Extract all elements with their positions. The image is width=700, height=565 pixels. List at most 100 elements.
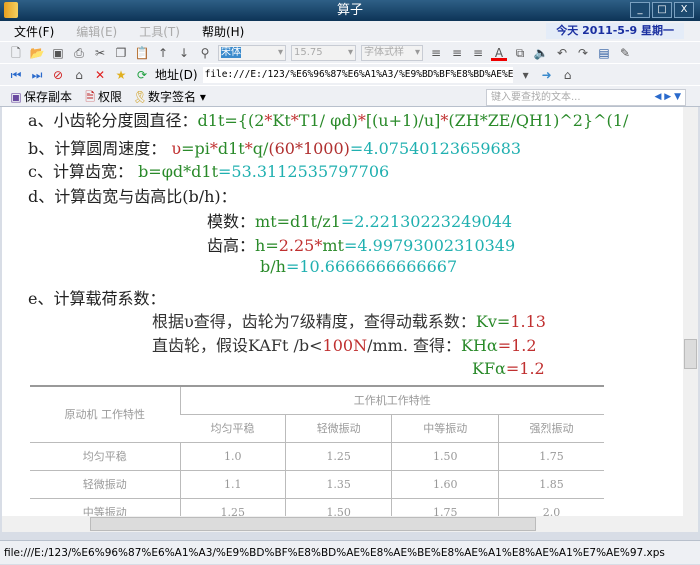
text-segment: KHα xyxy=(461,336,498,355)
document-lock-icon: 🗎 xyxy=(85,89,95,104)
maximize-button[interactable]: □ xyxy=(652,2,672,18)
text-segment: [(u+1)/u] xyxy=(365,111,441,130)
new-icon[interactable]: 🗋 xyxy=(8,45,24,61)
text-segment: =2.22130223249044 xyxy=(340,212,513,231)
arrow-up-icon[interactable]: ↑ xyxy=(155,45,171,61)
font-style-select[interactable]: 字体式样 xyxy=(361,44,423,61)
address-input[interactable]: file:///E:/123/%E6%96%87%E6%A1%A3/%E9%BD… xyxy=(202,66,513,83)
home-icon[interactable]: ⌂ xyxy=(71,67,87,83)
align-center-icon[interactable]: ≡ xyxy=(449,45,465,61)
arrow-down-icon[interactable]: ↓ xyxy=(176,45,192,61)
go-icon[interactable]: ➜ xyxy=(539,67,555,83)
redo-icon[interactable]: ↷ xyxy=(575,45,591,61)
last-page-icon[interactable]: ⏭ xyxy=(29,67,45,83)
text-segment: e、计算载荷系数： xyxy=(28,289,166,308)
font-color-icon[interactable]: A xyxy=(491,45,507,61)
find-icon[interactable]: ⚲ xyxy=(197,45,213,61)
view-icon[interactable]: ▤ xyxy=(596,45,612,61)
text-segment: (60*1000) xyxy=(268,139,350,158)
search-nav-icon[interactable]: ◀ ▶ ▼ xyxy=(655,90,682,105)
text-segment: =4.99793002310349 xyxy=(343,236,516,255)
formula-line: 直齿轮，假设KAFt /b<100N/mm. 查得：KHα=1.2 xyxy=(152,332,537,356)
stop-icon[interactable]: ⊘ xyxy=(50,67,66,83)
minimize-button[interactable]: _ xyxy=(630,2,650,18)
align-right-icon[interactable]: ≡ xyxy=(470,45,486,61)
column-header: 中等振动 xyxy=(391,414,499,443)
home-page-icon[interactable]: ⌂ xyxy=(560,67,576,83)
text-segment: * xyxy=(244,139,253,158)
delete-icon[interactable]: ✕ xyxy=(92,67,108,83)
speaker-icon[interactable]: 🔈 xyxy=(533,45,549,61)
text-segment: =4.07540123659683 xyxy=(349,139,522,158)
text-segment: h= xyxy=(255,236,279,255)
column-header: 强烈振动 xyxy=(498,414,604,443)
table-cell: 1.25 xyxy=(284,442,392,471)
copy-icon[interactable]: ❐ xyxy=(113,45,129,61)
formula-line: c、计算齿宽： b=φd*d1t=53.3112535797706 xyxy=(28,158,389,182)
brush-icon[interactable]: ✎ xyxy=(617,45,633,61)
text-segment: 直齿轮，假设KAFt /b< xyxy=(152,336,323,355)
menu-tools[interactable]: 工具(T) xyxy=(139,23,180,40)
print-icon[interactable]: ⎙ xyxy=(71,45,87,61)
formula-line: 模数：mt=d1t/z1=2.22130223249044 xyxy=(207,208,512,232)
date-display: 今天 2011-5-9 星期一 xyxy=(546,23,684,39)
undo-icon[interactable]: ↶ xyxy=(554,45,570,61)
formula-line: 根据υ查得，齿轮为7级精度，查得动载系数：Kv=1.13 xyxy=(152,308,546,332)
open-icon[interactable]: 📂 xyxy=(29,45,45,61)
table-cell: 1.50 xyxy=(284,498,392,516)
formula-line: KFα=1.2 xyxy=(472,359,545,378)
table-cell: 1.35 xyxy=(284,470,392,499)
font-size-select[interactable]: 15.75 xyxy=(291,44,356,61)
row-label: 均匀平稳 xyxy=(30,442,180,471)
text-segment: 模数： xyxy=(207,212,256,231)
text-segment: 1.13 xyxy=(510,312,546,331)
table-cell: 1.50 xyxy=(391,442,499,471)
refresh-icon[interactable]: ⟳ xyxy=(134,67,150,83)
paste-icon[interactable]: 📋 xyxy=(134,45,150,61)
table-cell: 1.75 xyxy=(498,442,604,471)
table-cell: 1.75 xyxy=(391,498,499,516)
search-input[interactable]: 键入要查找的文本... ◀ ▶ ▼ xyxy=(486,89,686,106)
menu-file[interactable]: 文件(F) xyxy=(14,23,54,40)
close-button[interactable]: X xyxy=(674,2,694,18)
document-view[interactable]: 原动机 工作特性 工作机工作特性 均匀平稳 轻微振动 中等振动 强烈振动 均匀平稳 1.0 1.… xyxy=(2,107,683,516)
text-segment: (ZH*ZE/QH1)^2}^(1/ xyxy=(448,111,629,130)
signature-button[interactable]: 🎗数字签名 ▾ xyxy=(132,88,205,105)
table-row: 中等振动 1.25 1.50 1.75 2.0 xyxy=(30,498,604,516)
table-cell: 1.0 xyxy=(179,442,286,471)
group-header: 工作机工作特性 xyxy=(179,386,604,415)
text-segment: d1t xyxy=(217,139,245,158)
text-segment: * xyxy=(290,111,299,130)
text-segment: Kt xyxy=(272,111,291,130)
vertical-scrollbar[interactable] xyxy=(683,107,698,532)
text-segment: mt xyxy=(322,236,344,255)
horizontal-scrollbar[interactable] xyxy=(2,516,683,532)
text-segment: =1.2 xyxy=(497,336,537,355)
row-label: 中等振动 xyxy=(30,498,180,516)
text-segment: d、计算齿宽与齿高比(b/h)： xyxy=(28,187,237,206)
favorite-icon[interactable]: ★ xyxy=(113,67,129,83)
table-cell: 1.60 xyxy=(391,470,499,499)
permission-button[interactable]: 🗎 权限 xyxy=(82,88,122,105)
format-icon[interactable]: ⧉ xyxy=(512,45,528,61)
column-header: 均匀平稳 xyxy=(180,414,286,443)
menu-help[interactable]: 帮助(H) xyxy=(202,23,244,40)
text-segment: =53.3112535797706 xyxy=(218,162,390,181)
save-icon[interactable]: ▣ xyxy=(50,45,66,61)
text-segment: =pi xyxy=(181,139,210,158)
table-row: 轻微振动 1.1 1.35 1.60 1.85 xyxy=(30,470,604,499)
dropdown-icon[interactable]: ▾ xyxy=(518,67,534,83)
first-page-icon[interactable]: ⏮ xyxy=(8,67,24,83)
text-segment: /mm. 查得： xyxy=(367,336,461,355)
save-copy-button[interactable]: ▣ 保存副本 xyxy=(8,88,72,105)
text-segment: mt=d1t/z1 xyxy=(255,212,341,231)
menu-edit[interactable]: 编辑(E) xyxy=(76,23,117,40)
align-left-icon[interactable]: ≡ xyxy=(428,45,444,61)
cut-icon[interactable]: ✂ xyxy=(92,45,108,61)
font-select[interactable]: 宋体 xyxy=(218,44,286,61)
scroll-thumb[interactable] xyxy=(90,517,536,531)
title-bar: 算子 _ □ X xyxy=(0,0,700,21)
scroll-thumb[interactable] xyxy=(684,339,697,369)
formula-line: b、计算圆周速度： υ=pi*d1t*q/(60*1000)=4.0754012… xyxy=(28,135,521,159)
text-segment: T1/ φd) xyxy=(298,111,358,130)
